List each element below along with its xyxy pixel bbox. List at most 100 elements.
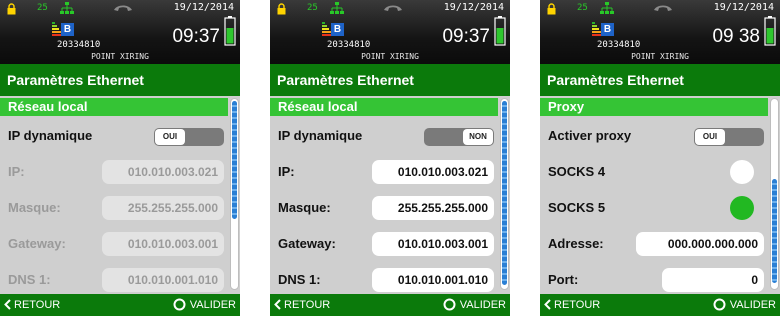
activate-proxy-row: Activer proxy OUI <box>540 118 768 154</box>
mask-row: Masque: 255.255.255.000 <box>270 190 498 226</box>
chevron-left-icon <box>4 299 11 310</box>
scrollbar[interactable] <box>230 98 239 290</box>
scroll-thumb[interactable] <box>232 101 237 219</box>
clock-time: 09 38 <box>712 26 760 47</box>
dynamic-ip-label: IP dynamique <box>278 128 363 143</box>
date: 19/12/2014 <box>173 2 234 13</box>
dynamic-ip-label: IP dynamique <box>8 128 93 143</box>
status-bar: 25 19/12/2014 B 20334810 09:37 POINT XIR… <box>0 0 240 64</box>
footer-bar: RETOUR VALIDER <box>540 294 780 316</box>
ethernet-network-icon <box>330 2 344 14</box>
address-label: Adresse: <box>548 236 604 251</box>
mask-label: Masque: <box>8 200 61 215</box>
port-row: Port: 0 <box>540 262 768 294</box>
back-button[interactable]: RETOUR <box>544 294 600 316</box>
port-field[interactable]: 0 <box>662 268 764 292</box>
back-label: RETOUR <box>284 299 331 311</box>
phone-icon <box>114 5 132 11</box>
scrollbar[interactable] <box>770 98 779 290</box>
battery-icon <box>224 16 236 46</box>
socks4-row: SOCKS 4 <box>540 154 768 190</box>
back-button[interactable]: RETOUR <box>4 294 60 316</box>
gateway-field[interactable]: 010.010.003.001 <box>102 232 224 256</box>
validate-button[interactable]: VALIDER <box>713 294 776 316</box>
ip-field[interactable]: 010.010.003.021 <box>372 160 494 184</box>
validate-button[interactable]: VALIDER <box>173 294 236 316</box>
ip-label: IP: <box>278 164 295 179</box>
validate-button[interactable]: VALIDER <box>443 294 506 316</box>
settings-content: Réseau local IP dynamique OUI IP: 010.01… <box>0 96 240 294</box>
phone-icon <box>654 5 672 11</box>
gateway-field[interactable]: 010.010.003.001 <box>372 232 494 256</box>
dns1-field[interactable]: 010.010.001.010 <box>372 268 494 292</box>
settings-content: Réseau local IP dynamique NON IP: 010.01… <box>270 96 510 294</box>
clock-time: 09:37 <box>172 26 220 47</box>
back-label: RETOUR <box>14 299 61 311</box>
dynamic-ip-toggle[interactable]: NON <box>424 128 494 146</box>
status-bar: 25 19/12/2014 B 20334810 09 38 POINT XIR… <box>540 0 780 64</box>
lock-icon <box>7 3 16 15</box>
gateway-row: Gateway: 010.010.003.001 <box>0 226 228 262</box>
energy-class-badge: B <box>601 23 614 36</box>
dns1-label: DNS 1: <box>8 272 51 287</box>
mask-field[interactable]: 255.255.255.000 <box>102 196 224 220</box>
page-title: Paramètres Ethernet <box>0 64 240 96</box>
status-bar: 25 19/12/2014 B 20334810 09:37 POINT XIR… <box>270 0 510 64</box>
circle-icon <box>443 298 456 311</box>
section-header: Réseau local <box>0 98 228 116</box>
back-button[interactable]: RETOUR <box>274 294 330 316</box>
address-field[interactable]: 000.000.000.000 <box>636 232 764 256</box>
terminal-screen-2: 25 19/12/2014 B 20334810 09:37 POINT XIR… <box>270 0 510 316</box>
dns1-row: DNS 1: 010.010.001.010 <box>0 262 228 294</box>
dns1-label: DNS 1: <box>278 272 321 287</box>
signal-strength: 25 <box>307 3 318 13</box>
ip-row: IP: 010.010.003.021 <box>270 154 498 190</box>
socks5-radio[interactable] <box>730 196 754 220</box>
energy-class-badge: B <box>331 23 344 36</box>
terminal-name: POINT XIRING <box>631 52 689 61</box>
page-title: Paramètres Ethernet <box>270 64 510 96</box>
scroll-thumb[interactable] <box>772 179 777 283</box>
device-number: 20334810 <box>327 40 371 50</box>
scrollbar[interactable] <box>500 98 509 290</box>
dynamic-ip-row: IP dynamique OUI <box>0 118 228 154</box>
dynamic-ip-toggle[interactable]: OUI <box>154 128 224 146</box>
settings-content: Proxy Activer proxy OUI SOCKS 4 SOCKS 5 … <box>540 96 780 294</box>
ip-row: IP: 010.010.003.021 <box>0 154 228 190</box>
dns1-field[interactable]: 010.010.001.010 <box>102 268 224 292</box>
toggle-value: NON <box>463 129 493 145</box>
port-label: Port: <box>548 272 579 287</box>
battery-icon <box>764 16 776 46</box>
address-row: Adresse: 000.000.000.000 <box>540 226 768 262</box>
socks4-radio[interactable] <box>730 160 754 184</box>
lock-icon <box>277 3 286 15</box>
device-number: 20334810 <box>57 40 101 50</box>
activate-proxy-label: Activer proxy <box>548 128 632 143</box>
mask-field[interactable]: 255.255.255.000 <box>372 196 494 220</box>
terminal-screen-3: 25 19/12/2014 B 20334810 09 38 POINT XIR… <box>540 0 780 316</box>
chevron-left-icon <box>544 299 551 310</box>
section-header: Réseau local <box>270 98 498 116</box>
ethernet-network-icon <box>600 2 614 14</box>
gateway-label: Gateway: <box>8 236 66 251</box>
scroll-thumb[interactable] <box>502 101 507 285</box>
signal-strength: 25 <box>37 3 48 13</box>
activate-proxy-toggle[interactable]: OUI <box>694 128 764 146</box>
socks4-label: SOCKS 4 <box>548 164 606 179</box>
dns1-row: DNS 1: 010.010.001.010 <box>270 262 498 294</box>
chevron-left-icon <box>274 299 281 310</box>
mask-row: Masque: 255.255.255.000 <box>0 190 228 226</box>
ethernet-network-icon <box>60 2 74 14</box>
signal-strength: 25 <box>577 3 588 13</box>
date: 19/12/2014 <box>713 2 774 13</box>
section-header: Proxy <box>540 98 768 116</box>
energy-class-badge: B <box>61 23 74 36</box>
terminal-screen-1: 25 19/12/2014 B 20334810 09:37 POINT XIR… <box>0 0 240 316</box>
ip-field[interactable]: 010.010.003.021 <box>102 160 224 184</box>
back-label: RETOUR <box>554 299 601 311</box>
mask-label: Masque: <box>278 200 331 215</box>
page-title: Paramètres Ethernet <box>540 64 780 96</box>
circle-icon <box>173 298 186 311</box>
footer-bar: RETOUR VALIDER <box>270 294 510 316</box>
date: 19/12/2014 <box>443 2 504 13</box>
